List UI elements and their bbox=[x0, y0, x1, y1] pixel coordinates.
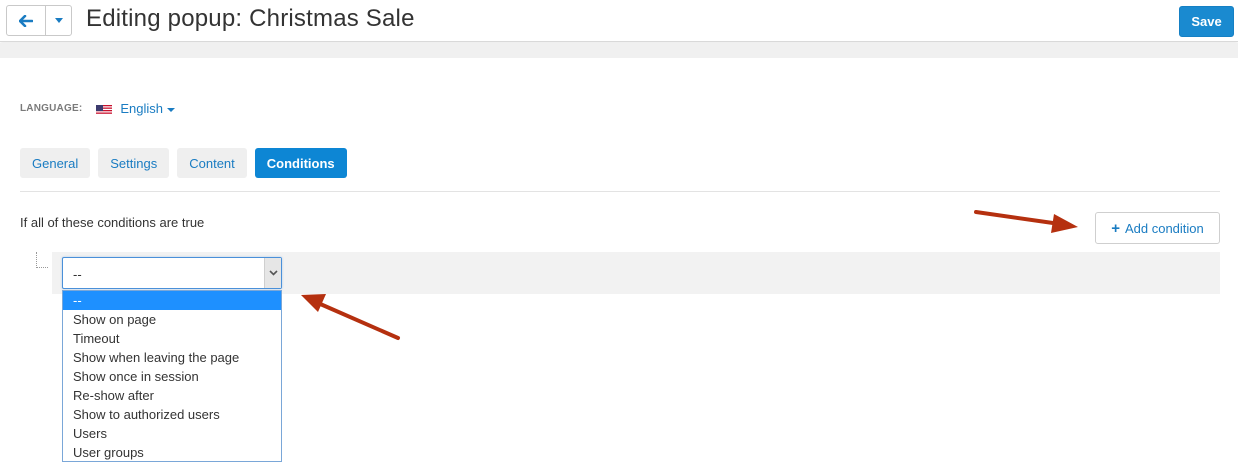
tab-bar: General Settings Content Conditions bbox=[20, 148, 347, 178]
tab-general[interactable]: General bbox=[20, 148, 91, 178]
back-button[interactable] bbox=[7, 6, 46, 35]
language-label: LANGUAGE: bbox=[20, 103, 83, 114]
option-user-groups[interactable]: User groups bbox=[63, 443, 281, 461]
condition-type-options: -- Show on page Timeout Show when leavin… bbox=[62, 290, 282, 462]
option-show-to-authorized-users[interactable]: Show to authorized users bbox=[63, 405, 281, 424]
option-show-once-in-session[interactable]: Show once in session bbox=[63, 367, 281, 386]
add-condition-label: Add condition bbox=[1124, 220, 1204, 236]
option-show-on-page[interactable]: Show on page bbox=[63, 310, 281, 329]
menu-dropdown-button[interactable] bbox=[46, 6, 71, 35]
nav-button-group bbox=[6, 5, 72, 36]
plus-icon: + bbox=[1111, 219, 1120, 237]
tab-conditions[interactable]: Conditions bbox=[254, 148, 347, 178]
language-value: English bbox=[120, 101, 163, 116]
option-users[interactable]: Users bbox=[63, 424, 281, 443]
condition-type-select[interactable]: -- bbox=[62, 257, 282, 289]
tree-connector bbox=[36, 267, 48, 268]
tab-settings[interactable]: Settings bbox=[98, 148, 170, 178]
page-header: Editing popup: Christmas Sale Save bbox=[0, 0, 1238, 42]
option-show-when-leaving[interactable]: Show when leaving the page bbox=[63, 348, 281, 367]
conditions-heading: If all of these conditions are true bbox=[20, 215, 205, 230]
option-re-show-after[interactable]: Re-show after bbox=[63, 386, 281, 405]
language-selector-row: LANGUAGE: English bbox=[20, 101, 175, 116]
caret-down-icon bbox=[167, 107, 175, 112]
option-timeout[interactable]: Timeout bbox=[63, 329, 281, 348]
page-title: Editing popup: Christmas Sale bbox=[86, 5, 415, 32]
chevron-down-icon bbox=[264, 258, 281, 288]
us-flag-icon bbox=[96, 103, 113, 114]
select-value: -- bbox=[73, 267, 82, 282]
arrow-left-icon bbox=[19, 14, 33, 27]
caret-down-icon bbox=[54, 18, 63, 23]
save-button[interactable]: Save bbox=[1179, 6, 1234, 37]
tree-connector bbox=[36, 252, 37, 268]
language-dropdown[interactable]: English bbox=[120, 101, 175, 116]
tab-content[interactable]: Content bbox=[177, 148, 247, 178]
option-none[interactable]: -- bbox=[63, 291, 281, 310]
add-condition-button[interactable]: + Add condition bbox=[1095, 212, 1220, 244]
divider bbox=[20, 191, 1220, 192]
